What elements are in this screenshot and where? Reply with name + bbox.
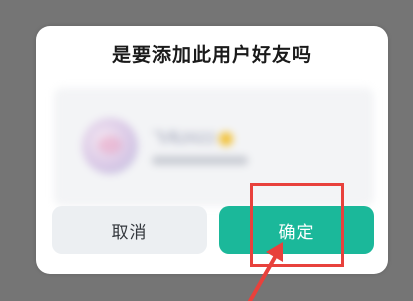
- user-id-placeholder: [152, 156, 248, 165]
- dialog-title: 是要添加此用户好友吗: [111, 44, 312, 66]
- user-name: 飞鸟2022: [152, 128, 233, 148]
- avatar-detail: [98, 136, 122, 154]
- user-avatar-icon: [82, 118, 138, 174]
- confirm-button[interactable]: 确定: [219, 206, 374, 254]
- user-name-text: 飞鸟2022: [152, 131, 216, 147]
- user-card: 飞鸟2022: [54, 88, 374, 206]
- cancel-button[interactable]: 取消: [52, 206, 207, 254]
- smile-emoji-icon: [218, 132, 233, 146]
